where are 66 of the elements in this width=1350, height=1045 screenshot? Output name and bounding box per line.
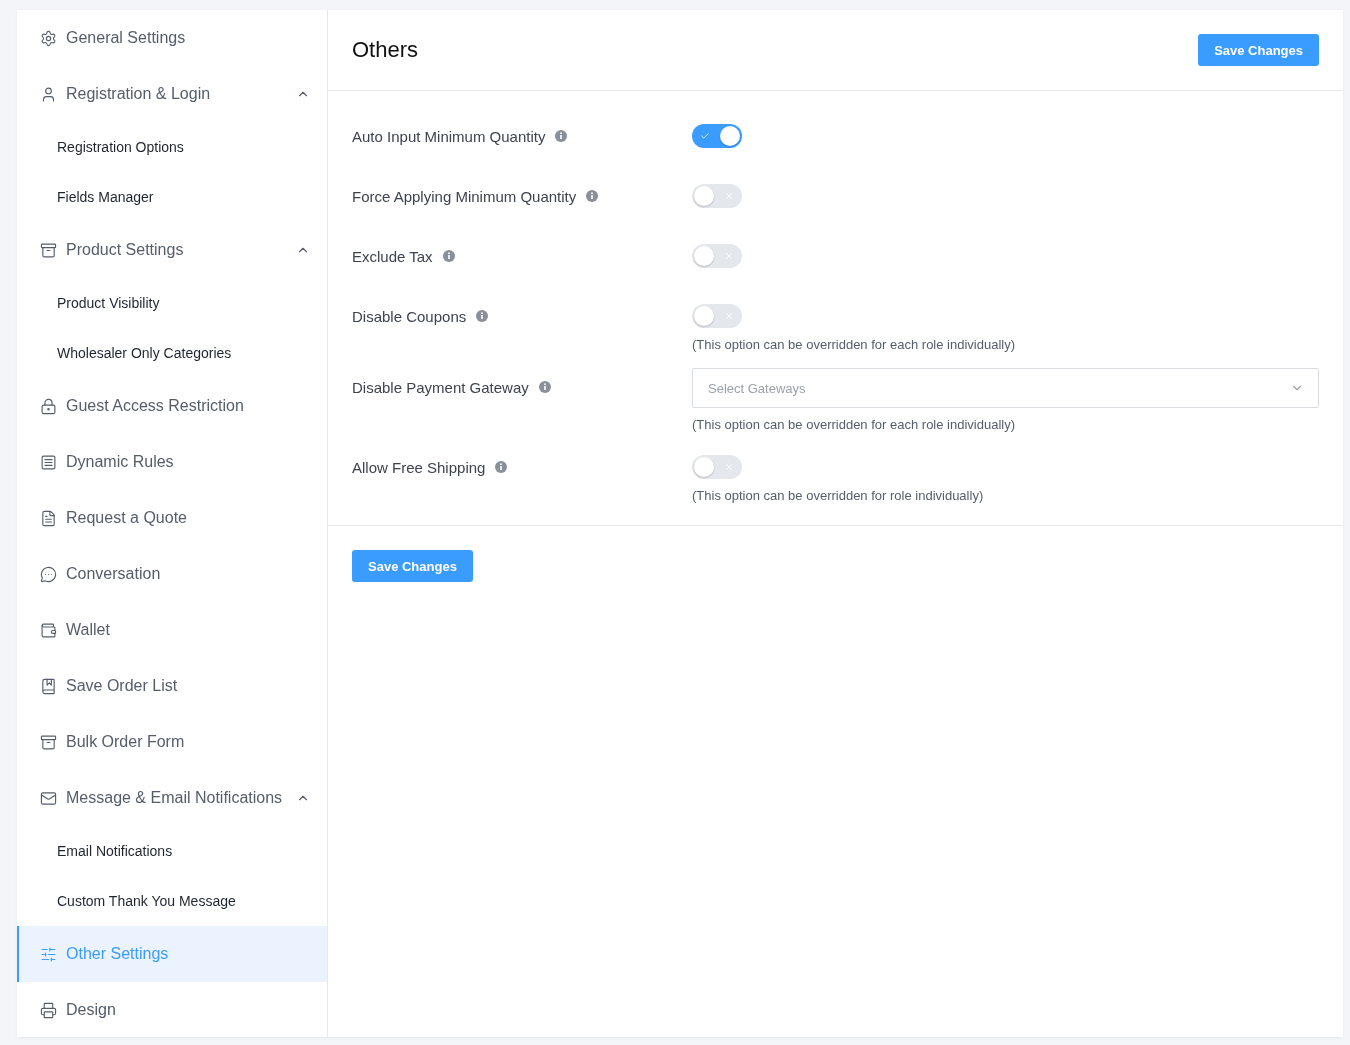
sidebar-item-label: Dynamic Rules [66,453,175,471]
archive-icon [40,241,57,259]
page-title: Others [352,37,419,63]
sidebar-item[interactable]: Design [17,982,327,1038]
sidebar-item[interactable]: Wallet [17,602,327,658]
setting-label: Disable Coupons [352,307,467,325]
printer-icon [40,1001,57,1019]
mail-icon [40,789,57,807]
check-icon [700,131,710,141]
sidebar-item-label: Product Settings [66,241,185,259]
sidebar-item-label: Other Settings [66,945,170,963]
document-icon [40,509,57,527]
sidebar-item[interactable]: Conversation [17,546,327,602]
sidebar-item[interactable]: General Settings [17,10,327,66]
archive-icon [40,733,57,751]
info-icon[interactable] [495,461,508,473]
setting-note: (This option can be overridden for role individually) [692,488,985,503]
sidebar-item[interactable]: Registration & Login [17,66,327,122]
toggle-switch[interactable] [692,184,742,208]
sidebar-item-label: Bulk Order Form [66,733,186,751]
settings-icon [40,29,57,47]
sliders-icon [40,945,57,963]
info-icon[interactable] [476,310,489,322]
toggle-switch[interactable] [692,304,742,328]
sidebar-item[interactable]: Bulk Order Form [17,714,327,770]
info-icon[interactable] [442,250,455,262]
sidebar-item-label: Save Order List [66,677,179,695]
sidebar-item-label: Message & Email Notifications [66,789,284,807]
sidebar-item-label: Wallet [66,621,111,639]
wallet-icon [40,621,57,639]
setting-label: Exclude Tax [352,247,433,265]
sidebar-item[interactable]: Product Settings [17,222,327,278]
info-icon[interactable] [555,130,568,142]
info-icon[interactable] [586,190,599,202]
panel-icon [40,453,57,471]
sidebar-item-label: General Settings [66,29,187,47]
chat-icon [40,565,57,583]
sidebar-item-label: Request a Quote [66,509,188,527]
book-icon [40,677,57,695]
user-icon [40,85,57,103]
sidebar-subitem[interactable]: Product Visibility [17,278,327,328]
sidebar-subitem[interactable]: Fields Manager [17,172,327,222]
sidebar-subitem[interactable]: Custom Thank You Message [17,876,327,926]
lock-icon [40,397,57,415]
setting-note: (This option can be overridden for each role individually) [692,337,1016,352]
sidebar-item[interactable]: Message & Email Notifications [17,770,327,826]
toggle-switch[interactable] [692,244,742,268]
setting-note: (This option can be overridden for each role individually) [692,417,1016,432]
sidebar-item-label: Registration & Login [66,85,212,103]
sidebar-subitem[interactable]: Wholesaler Only Categories [17,328,327,378]
sidebar-item-label: Design [66,1001,117,1019]
sidebar-item-label: Guest Access Restriction [66,397,245,415]
info-icon[interactable] [538,381,551,393]
sidebar-item-label: Conversation [66,565,162,583]
setting-label: Disable Payment Gateway [352,378,529,396]
toggle-switch[interactable] [692,124,742,148]
setting-label: Force Applying Minimum Quantity [352,187,577,205]
sidebar-item[interactable]: Save Order List [17,658,327,714]
setting-label: Allow Free Shipping [352,458,486,476]
sidebar-item[interactable]: Dynamic Rules [17,434,327,490]
sidebar-subitem[interactable]: Email Notifications [17,826,327,876]
sidebar-subitem[interactable]: Registration Options [17,122,327,172]
toggle-switch[interactable] [692,455,742,479]
sidebar-item[interactable]: Request a Quote [17,490,327,546]
setting-label: Auto Input Minimum Quantity [352,127,546,145]
sidebar-item[interactable]: Guest Access Restriction [17,378,327,434]
